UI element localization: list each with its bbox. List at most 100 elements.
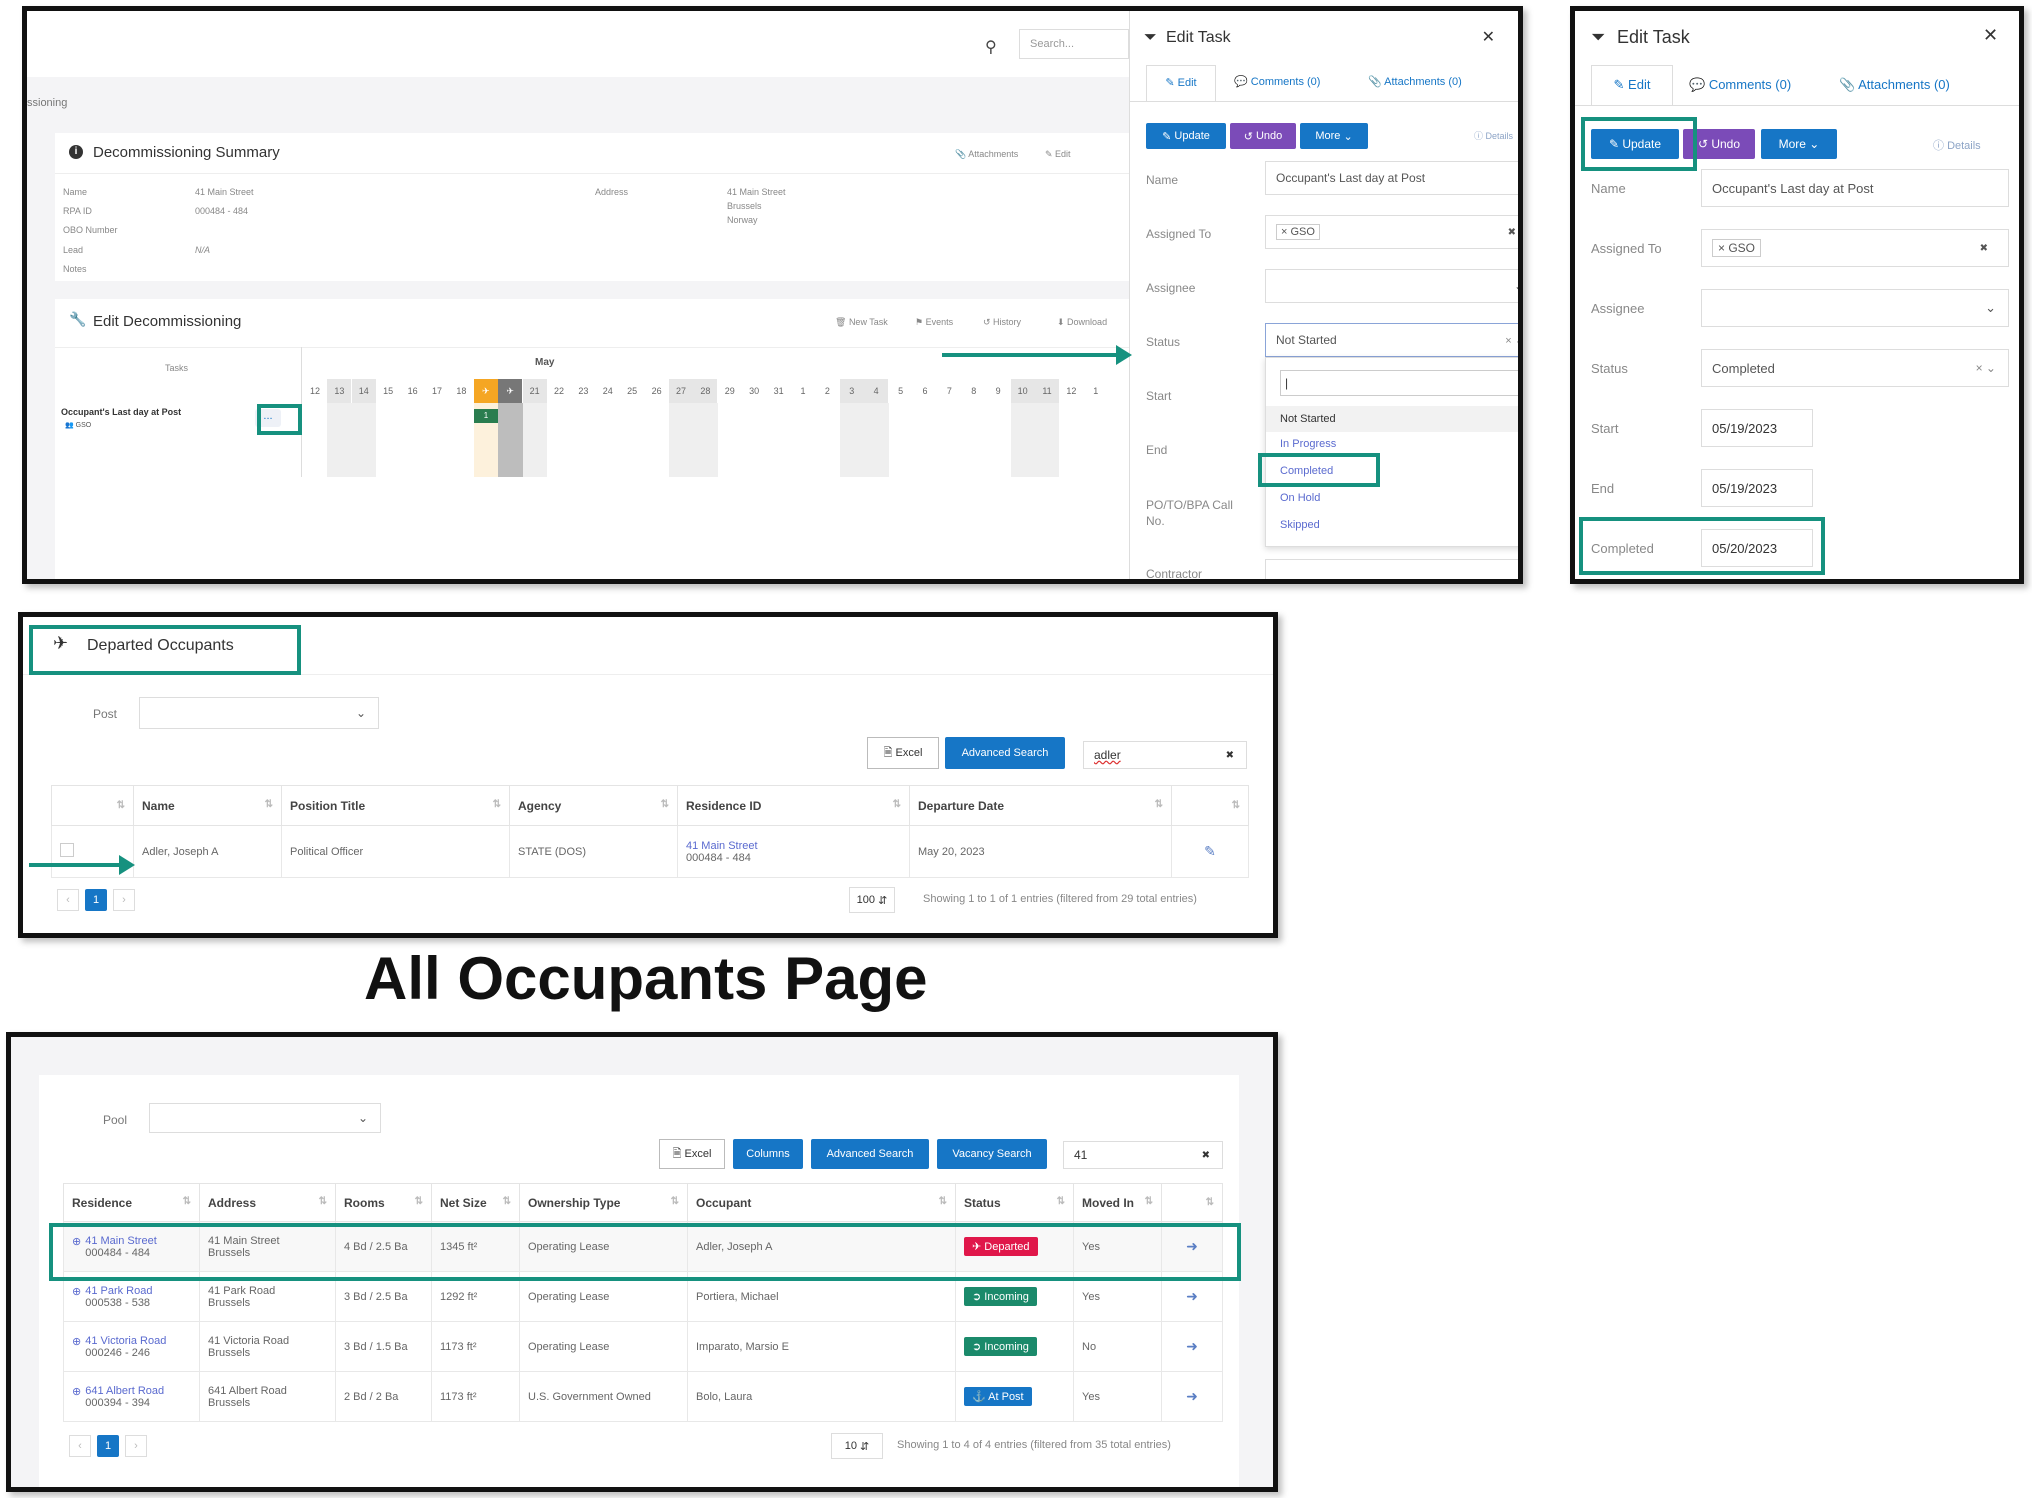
column-rooms[interactable]: Rooms ⇅: [335, 1183, 432, 1222]
expand-icon[interactable]: ⊕: [72, 1335, 81, 1348]
more-button[interactable]: More ⌄: [1761, 129, 1837, 159]
status-select[interactable]: Not Started × ⌄: [1265, 323, 1518, 357]
table-row[interactable]: Adler, Joseph A Political Officer STATE …: [51, 825, 1249, 878]
assigned-chip[interactable]: × GSO: [1276, 224, 1320, 240]
residence-link[interactable]: 41 Main Street: [686, 840, 901, 852]
events-button[interactable]: ⚑ Events: [915, 317, 953, 328]
tab-comments[interactable]: 💬 Comments (0): [1689, 77, 1791, 93]
search-icon[interactable]: ⚲: [985, 37, 997, 57]
undo-button[interactable]: ↺ Undo: [1683, 129, 1755, 159]
close-icon[interactable]: ✕: [1482, 27, 1495, 47]
name-input[interactable]: Occupant's Last day at Post: [1265, 161, 1518, 195]
excel-button[interactable]: 🗎 Excel: [659, 1139, 725, 1169]
next-page-button[interactable]: ›: [113, 889, 135, 911]
contractor-input[interactable]: [1265, 559, 1518, 579]
task-more-button[interactable]: ...: [255, 409, 281, 427]
option-not-started[interactable]: Not Started: [1266, 406, 1518, 432]
column-select[interactable]: ⇅: [51, 785, 134, 826]
row-checkbox[interactable]: [60, 843, 74, 857]
column-ownership-type[interactable]: Ownership Type ⇅: [519, 1183, 688, 1222]
new-task-button[interactable]: 🗑 New Task: [835, 317, 888, 328]
residence-link[interactable]: 641 Albert Road: [72, 1385, 191, 1397]
option-in-progress[interactable]: In Progress: [1280, 438, 1336, 450]
table-row[interactable]: ⊕ 641 Albert Road 000394 - 394 641 Albert …: [63, 1371, 1223, 1422]
prev-page-button[interactable]: ‹: [57, 889, 79, 911]
arrow-right-circle-icon[interactable]: ➜: [1186, 1288, 1198, 1304]
expand-icon[interactable]: ⊕: [72, 1385, 81, 1398]
advanced-search-button[interactable]: Advanced Search: [811, 1139, 929, 1169]
occupant-link[interactable]: Bolo, Laura: [687, 1371, 956, 1422]
assigned-to-select[interactable]: × GSO ✖: [1265, 215, 1518, 249]
columns-button[interactable]: Columns: [733, 1139, 803, 1169]
occupant-name-link[interactable]: Adler, Joseph A: [133, 825, 282, 878]
prev-page-button[interactable]: ‹: [69, 1435, 91, 1457]
assigned-chip[interactable]: × GSO: [1712, 239, 1762, 257]
tab-edit[interactable]: ✎ Edit: [1591, 65, 1673, 105]
residence-link[interactable]: 41 Main Street: [72, 1235, 191, 1247]
occupant-link[interactable]: Portiera, Michael: [687, 1271, 956, 1322]
assigned-to-select[interactable]: × GSO ✖: [1701, 229, 2009, 267]
assignee-select[interactable]: ⌄: [1701, 289, 2009, 327]
close-icon[interactable]: ✕: [1983, 25, 1998, 46]
history-button[interactable]: ↺ History: [983, 317, 1021, 328]
expand-icon[interactable]: ⊕: [72, 1285, 81, 1298]
vacancy-search-button[interactable]: Vacancy Search: [937, 1139, 1047, 1169]
page-size-select[interactable]: 100 ⇵: [849, 887, 895, 913]
column-actions[interactable]: ⇅: [1161, 1183, 1223, 1222]
dropdown-search-input[interactable]: |: [1280, 370, 1518, 396]
status-select[interactable]: Completed × ⌄: [1701, 349, 2009, 387]
search-input[interactable]: Search...: [1019, 29, 1129, 59]
undo-button[interactable]: ↺ Undo: [1230, 123, 1296, 149]
residence-link[interactable]: 41 Park Road: [72, 1285, 191, 1297]
table-search-input[interactable]: adler ✖: [1083, 741, 1247, 769]
end-input[interactable]: 05/19/2023: [1701, 469, 1813, 507]
name-input[interactable]: Occupant's Last day at Post: [1701, 169, 2009, 207]
task-bar[interactable]: 1: [473, 409, 499, 423]
column-moved-in[interactable]: Moved In ⇅: [1073, 1183, 1162, 1222]
occupant-link[interactable]: Imparato, Marsio E: [687, 1321, 956, 1372]
column-position-title[interactable]: Position Title ⇅: [281, 785, 510, 826]
assignee-select[interactable]: ⌄: [1265, 269, 1518, 303]
expand-icon[interactable]: ⊕: [72, 1235, 81, 1248]
column-departure-date[interactable]: Departure Date ⇅: [909, 785, 1172, 826]
column-address[interactable]: Address ⇅: [199, 1183, 336, 1222]
task-name[interactable]: Occupant's Last day at Post: [61, 407, 181, 417]
tab-edit[interactable]: ✎ Edit: [1146, 65, 1216, 101]
column-occupant[interactable]: Occupant ⇅: [687, 1183, 956, 1222]
column-residence[interactable]: Residence ⇅: [63, 1183, 200, 1222]
pool-select[interactable]: ⌄: [149, 1103, 381, 1133]
column-net-size[interactable]: Net Size ⇅: [431, 1183, 520, 1222]
table-row[interactable]: ⊕ 41 Main Street 000484 - 484 41 Main Stre…: [63, 1221, 1223, 1272]
column-status[interactable]: Status ⇅: [955, 1183, 1074, 1222]
column-actions[interactable]: ⇅: [1171, 785, 1249, 826]
advanced-search-button[interactable]: Advanced Search: [945, 737, 1065, 769]
page-1-button[interactable]: 1: [85, 889, 107, 911]
column-name[interactable]: Name ⇅: [133, 785, 282, 826]
option-on-hold[interactable]: On Hold: [1280, 492, 1320, 504]
clear-icon[interactable]: ✖: [1202, 1150, 1210, 1161]
download-button[interactable]: ⬇ Download: [1057, 317, 1107, 328]
column-residence-id[interactable]: Residence ID ⇅: [677, 785, 910, 826]
page-1-button[interactable]: 1: [97, 1435, 119, 1457]
tab-attachments[interactable]: 📎 Attachments (0): [1839, 77, 1950, 93]
clear-icon[interactable]: ✖: [1980, 243, 1988, 254]
post-select[interactable]: ⌄: [139, 697, 379, 729]
tab-attachments[interactable]: 📎 Attachments (0): [1368, 75, 1462, 88]
update-button[interactable]: ✎ Update: [1146, 123, 1226, 149]
table-row[interactable]: ⊕ 41 Park Road 000538 - 538 41 Park Road Br…: [63, 1271, 1223, 1322]
arrow-right-circle-icon[interactable]: ➜: [1186, 1388, 1198, 1404]
clear-icon[interactable]: ✖: [1226, 750, 1234, 761]
option-completed[interactable]: Completed: [1280, 465, 1333, 477]
more-button[interactable]: More ⌄: [1300, 123, 1368, 149]
breadcrumb[interactable]: ssioning: [27, 97, 67, 109]
residence-link[interactable]: 41 Victoria Road: [72, 1335, 191, 1347]
edit-link[interactable]: ✎ Edit: [1045, 149, 1071, 160]
table-search-input[interactable]: 41 ✖: [1063, 1141, 1223, 1169]
edit-icon[interactable]: ✎: [1204, 843, 1216, 859]
update-button[interactable]: ✎ Update: [1591, 129, 1679, 159]
arrow-right-circle-icon[interactable]: ➜: [1186, 1338, 1198, 1354]
details-link[interactable]: ⓘ Details: [1474, 129, 1513, 142]
table-row[interactable]: ⊕ 41 Victoria Road 000246 - 246 41 Victori…: [63, 1321, 1223, 1372]
page-size-select[interactable]: 10 ⇵: [831, 1433, 883, 1459]
clear-icon[interactable]: ✖: [1508, 227, 1516, 238]
